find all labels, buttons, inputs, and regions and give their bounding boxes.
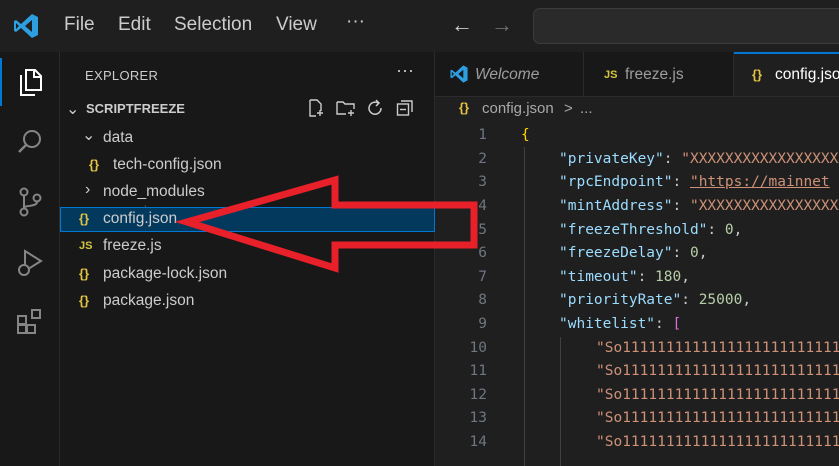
line-number: 2 [478,151,487,167]
vscode-logo-icon [450,65,468,83]
code-line: "timeout": 180, [559,269,690,285]
tree-item-data[interactable]: ⌄ data [60,126,435,151]
run-debug-icon[interactable] [0,238,60,286]
code-line: "priorityRate": 25000, [559,292,752,308]
explorer-title: EXPLORER [85,68,159,83]
code-line: "So1111111111111111111111111 [596,410,839,426]
line-number: 5 [478,222,487,238]
json-file-icon: {} [752,67,763,82]
title-bar: File Edit Selection View ··· ← → [0,0,839,52]
tree-item-label: config.json [103,210,178,227]
explorer-sidebar: EXPLORER ··· ⌄ SCRIPTFREEZE ⌄ data {} te… [60,52,435,466]
line-number: 12 [469,387,487,403]
breadcrumb-symbol[interactable]: ... [580,100,593,117]
code-line: "privateKey": "XXXXXXXXXXXXXXXXXXXXX [559,151,839,167]
tab-freeze-js[interactable]: JS freeze.js [584,52,734,96]
json-file-icon: {} [459,100,470,115]
tree-item-label: node_modules [103,183,205,200]
code-line: "So1111111111111111111111111 [596,434,839,450]
collapse-all-icon[interactable] [396,99,414,122]
line-number: 3 [478,174,487,190]
tree-item-package-lock[interactable]: {} package-lock.json [60,262,435,287]
json-file-icon: {} [79,266,90,281]
vscode-logo-icon [14,14,38,38]
menu-more[interactable]: ··· [346,11,365,33]
new-file-icon[interactable] [307,99,325,122]
line-number: 4 [478,198,487,214]
code-line: "freezeThreshold": 0, [559,222,743,238]
menu-edit[interactable]: Edit [118,14,151,36]
line-number: 1 [478,127,487,143]
js-file-icon: JS [604,69,618,81]
line-number: 7 [478,269,487,285]
line-number: 14 [469,434,487,450]
tree-item-label: package.json [103,292,195,309]
back-arrow-icon[interactable]: ← [451,12,473,38]
json-file-icon: {} [79,293,90,308]
tab-label: Welcome [475,66,540,83]
indent-guide [524,147,525,466]
tree-item-freeze[interactable]: JS freeze.js [60,234,435,259]
source-control-icon[interactable] [0,178,60,226]
new-folder-icon[interactable] [336,99,356,122]
search-icon[interactable] [0,118,60,166]
tab-config-json[interactable]: {} config.json [734,52,839,96]
code-line: "freezeDelay": 0, [559,245,708,261]
tree-item-node-modules[interactable]: › node_modules [60,180,435,205]
line-number: 13 [469,410,487,426]
menu-file[interactable]: File [64,14,95,36]
chevron-down-icon[interactable]: ⌄ [66,99,79,119]
code-editor[interactable]: 1 2 3 4 5 6 7 8 9 10 11 12 13 14 { "priv… [435,123,839,466]
code-line: "So1111111111111111111111111 [596,363,839,379]
tree-item-label: data [103,129,134,146]
tree-item-config[interactable]: {} config.json [60,207,435,232]
tree-item-tech-config[interactable]: {} tech-config.json [60,153,435,178]
code-line: { [521,127,530,143]
activity-bar [0,52,60,466]
forward-arrow-icon[interactable]: → [491,12,513,38]
tab-label: config.json [775,66,839,83]
code-line: "whitelist": [ [559,316,682,332]
tab-label: freeze.js [625,66,684,83]
line-number: 8 [478,292,487,308]
command-center-search[interactable] [533,8,839,44]
json-file-icon: {} [89,157,100,172]
tree-item-label: tech-config.json [113,156,222,173]
explorer-icon[interactable] [0,58,60,106]
tree-item-package[interactable]: {} package.json [60,289,435,314]
code-line: "So1111111111111111111111111 [596,387,839,403]
line-number: 10 [469,340,487,356]
line-number: 6 [478,245,487,261]
editor-tabs: Welcome JS freeze.js {} config.json [435,52,839,97]
js-file-icon: JS [79,240,93,252]
refresh-icon[interactable] [366,99,384,122]
tab-welcome[interactable]: Welcome [435,52,584,96]
json-file-icon: {} [79,211,90,226]
extensions-icon[interactable] [0,298,60,346]
breadcrumb: {} config.json > ... [435,97,839,123]
code-line: "rpcEndpoint": "https://mainnet [559,174,830,190]
line-number: 11 [469,363,487,379]
tree-item-label: freeze.js [103,237,162,254]
chevron-right-icon: › [85,181,91,198]
breadcrumb-file[interactable]: config.json [482,100,554,117]
indent-guide [560,337,561,466]
tree-item-label: package-lock.json [103,265,228,282]
explorer-more-button[interactable]: ··· [396,60,414,81]
line-number: 9 [478,316,487,332]
code-line: "mintAddress": "XXXXXXXXXXXXXXXXXXXXX [559,198,839,214]
chevron-down-icon: ⌄ [82,127,96,144]
code-line: "So1111111111111111111111111 [596,340,839,356]
menu-view[interactable]: View [276,14,317,36]
menu-selection[interactable]: Selection [174,14,252,36]
workspace-folder-title[interactable]: SCRIPTFREEZE [86,101,185,116]
breadcrumb-separator: > [564,100,573,117]
